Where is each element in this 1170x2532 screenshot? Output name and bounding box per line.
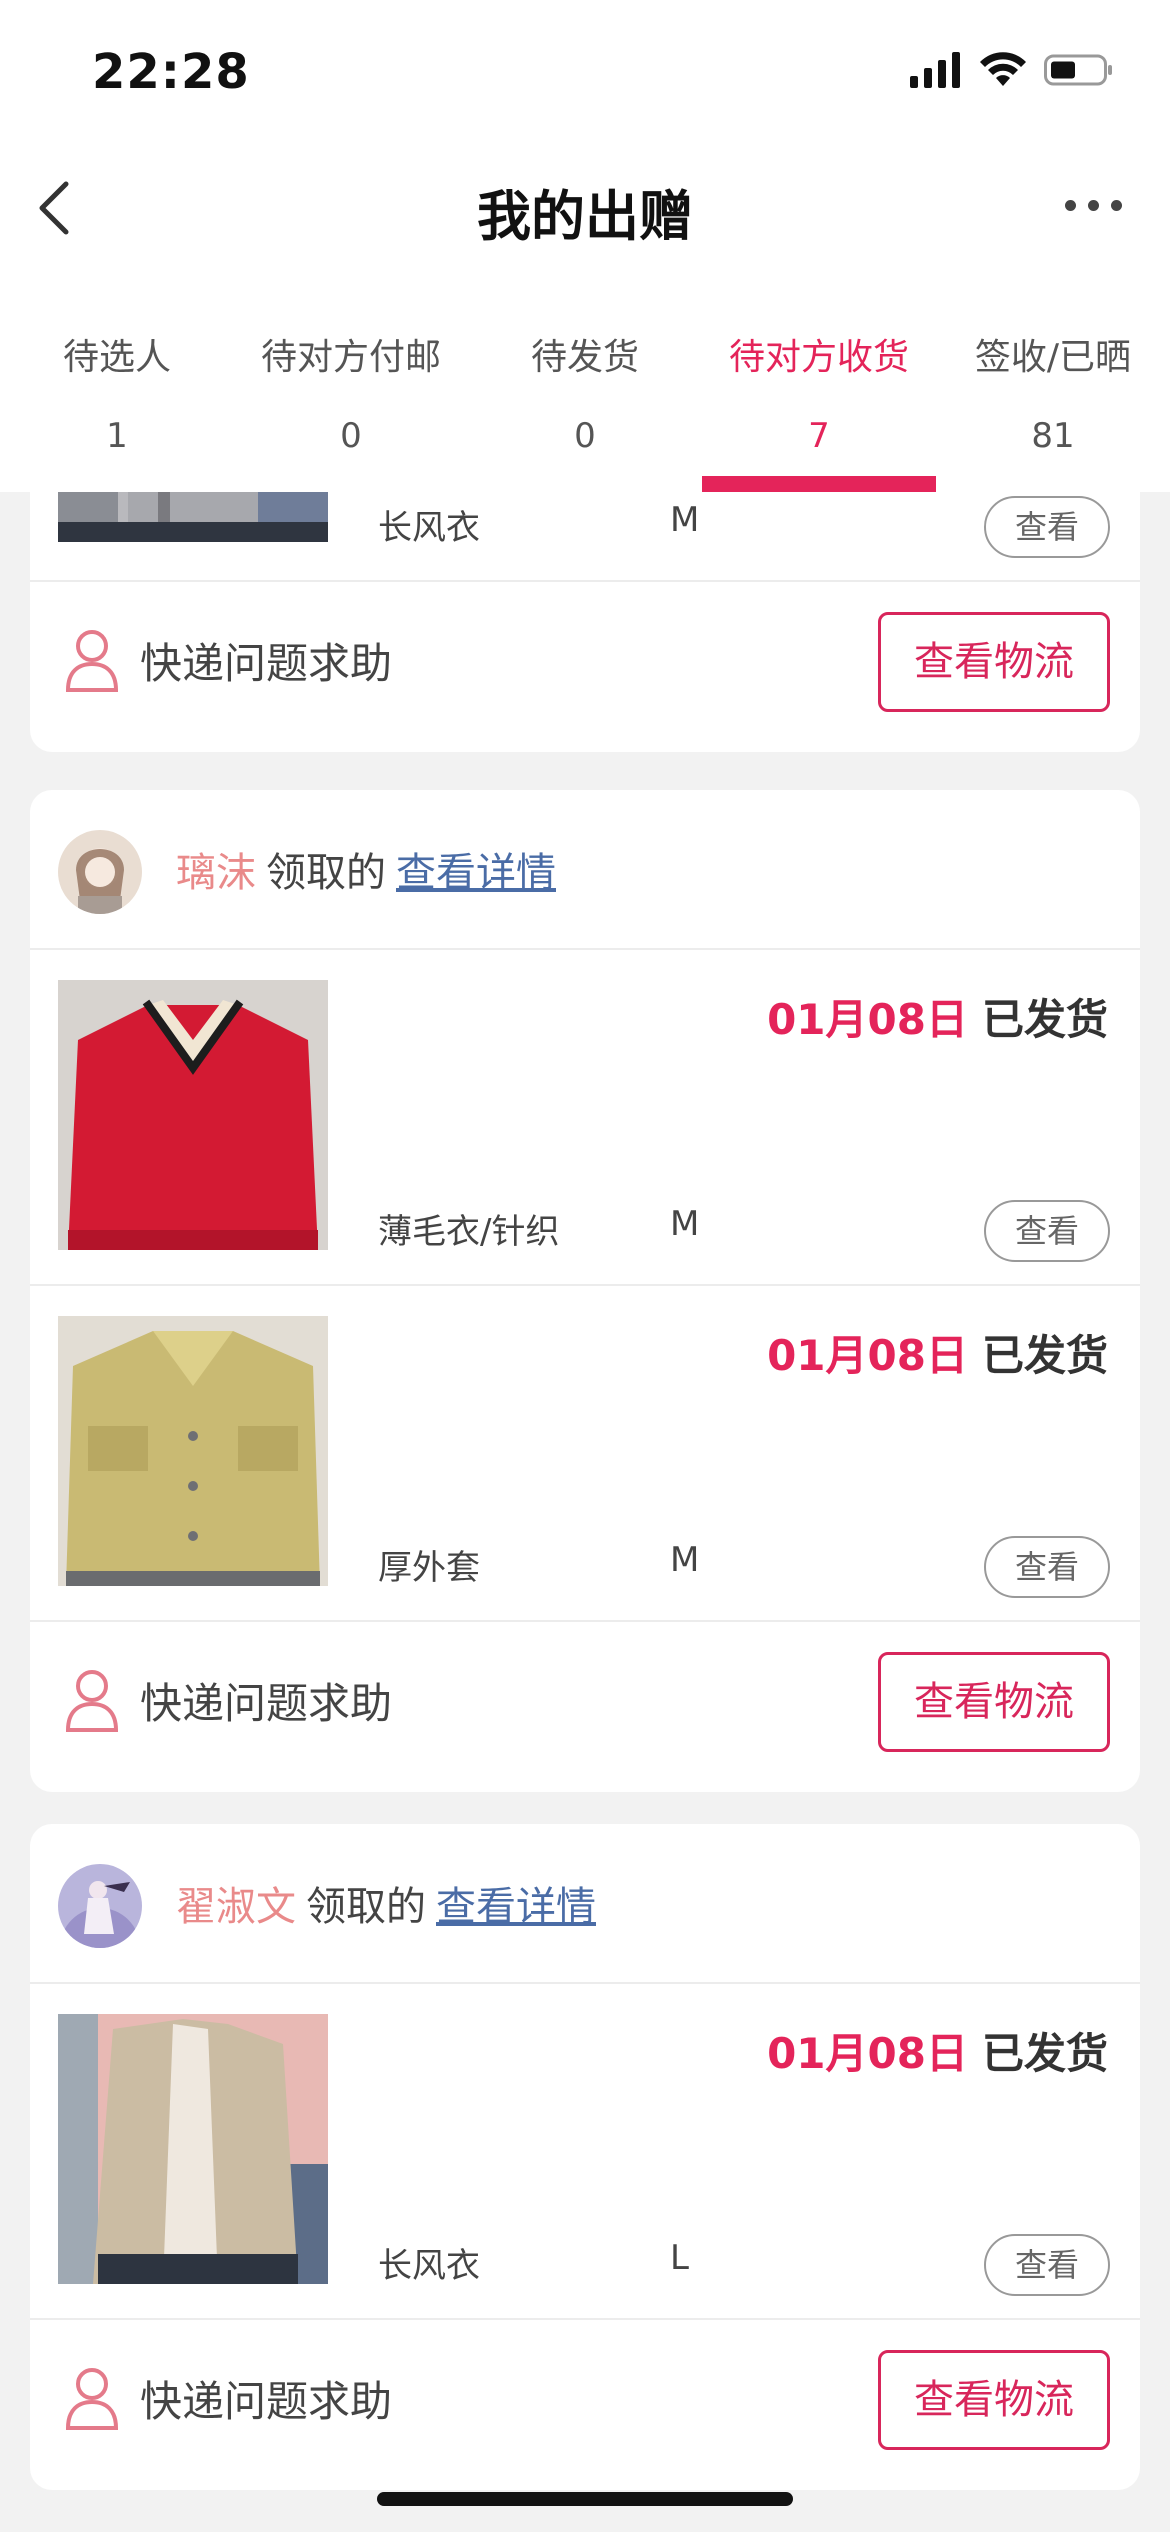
tab-label: 待对方付邮 (260, 337, 441, 378)
gift-list[interactable]: 长风衣 M 查看 快递问题求助 查看物流 璃沫 领取的 查看详情 01月08日 … (0, 492, 1170, 2532)
item-category: 厚外套 (378, 1548, 480, 1588)
gift-item: 01月08日 已发货 厚外套 M 查看 (30, 1286, 1140, 1622)
claimant-name[interactable]: 璃沫 (176, 850, 256, 896)
tab-count: 7 (808, 416, 830, 456)
card-header: 璃沫 领取的 查看详情 (30, 790, 1140, 950)
card-header: 翟淑文 领取的 查看详情 (30, 1824, 1140, 1984)
avatar[interactable] (58, 1864, 142, 1948)
claimed-text: 领取的 (266, 850, 386, 896)
person-icon (65, 2368, 119, 2430)
view-item-button[interactable]: 查看 (984, 1200, 1110, 1262)
more-options-icon[interactable] (1065, 200, 1122, 211)
navigation-bar: 我的出赠 (0, 150, 1170, 260)
tab-label: 待对方收货 (728, 337, 909, 378)
status-icons (910, 52, 1114, 88)
item-category: 薄毛衣/针织 (378, 1212, 560, 1252)
delivery-help-link[interactable]: 快递问题求助 (140, 1670, 392, 1731)
claimed-text: 领取的 (306, 1884, 426, 1930)
claimant-line: 翟淑文 领取的 查看详情 (176, 1874, 596, 1932)
item-photo[interactable] (58, 492, 328, 542)
tab-received-shared[interactable]: 签收/已晒 81 (936, 260, 1170, 492)
tab-count: 0 (574, 416, 596, 456)
status-time: 22:28 (92, 44, 250, 100)
item-category: 长风衣 (378, 2246, 480, 2286)
cellular-signal-icon (910, 52, 960, 88)
view-item-button[interactable]: 查看 (984, 2234, 1110, 2296)
claimant-name[interactable]: 翟淑文 (176, 1884, 296, 1930)
item-category: 长风衣 (378, 508, 480, 548)
tab-label: 签收/已晒 (974, 337, 1132, 378)
view-logistics-button[interactable]: 查看物流 (878, 1652, 1110, 1752)
view-details-link[interactable]: 查看详情 (396, 850, 556, 896)
shipping-status: 01月08日 已发货 (767, 1322, 1108, 1383)
shipping-status: 01月08日 已发货 (767, 2020, 1108, 2081)
gift-item: 01月08日 已发货 长风衣 L 查看 (30, 1984, 1140, 2320)
tab-count: 0 (340, 416, 362, 456)
item-size: L (670, 2238, 689, 2278)
gift-card: 翟淑文 领取的 查看详情 01月08日 已发货 长风衣 L 查看 快递问题求助 … (30, 1824, 1140, 2490)
tab-pending-postage[interactable]: 待对方付邮 0 (234, 260, 468, 492)
person-icon (65, 1670, 119, 1732)
home-indicator[interactable] (377, 2492, 793, 2506)
ship-date: 01月08日 (767, 995, 968, 1044)
tab-pending-selection[interactable]: 待选人 1 (0, 260, 234, 492)
view-logistics-button[interactable]: 查看物流 (878, 2350, 1110, 2450)
person-icon (65, 630, 119, 692)
view-details-link[interactable]: 查看详情 (436, 1884, 596, 1930)
wifi-icon (980, 52, 1026, 86)
ship-status-text: 已发货 (981, 2029, 1108, 2078)
tab-underline (702, 476, 936, 492)
battery-icon (1044, 54, 1112, 86)
ship-status-text: 已发货 (981, 995, 1108, 1044)
ship-date: 01月08日 (767, 2029, 968, 2078)
delivery-help-link[interactable]: 快递问题求助 (140, 2368, 392, 2429)
avatar[interactable] (58, 830, 142, 914)
item-photo[interactable] (58, 980, 328, 1250)
status-tabs: 待选人 1 待对方付邮 0 待发货 0 待对方收货 7 签收/已晒 81 (0, 260, 1170, 492)
tab-count: 81 (1031, 416, 1075, 456)
delivery-help-link[interactable]: 快递问题求助 (140, 630, 392, 691)
tab-pending-shipment[interactable]: 待发货 0 (468, 260, 702, 492)
shipping-status: 01月08日 已发货 (767, 986, 1108, 1047)
tab-label: 待选人 (62, 337, 171, 378)
tab-pending-receipt[interactable]: 待对方收货 7 (702, 260, 936, 492)
item-size: M (670, 1540, 700, 1580)
card-footer: 快递问题求助 查看物流 (30, 2320, 1140, 2490)
claimant-line: 璃沫 领取的 查看详情 (176, 840, 556, 898)
card-footer: 快递问题求助 查看物流 (30, 582, 1140, 752)
ship-status-text: 已发货 (981, 1331, 1108, 1380)
ship-date: 01月08日 (767, 1331, 968, 1380)
gift-card: 长风衣 M 查看 快递问题求助 查看物流 (30, 492, 1140, 752)
tab-count: 1 (106, 416, 128, 456)
item-size: M (670, 1204, 700, 1244)
tab-label: 待发货 (530, 337, 639, 378)
item-photo[interactable] (58, 1316, 328, 1586)
status-bar: 22:28 (0, 0, 1170, 150)
view-item-button[interactable]: 查看 (984, 496, 1110, 558)
item-photo[interactable] (58, 2014, 328, 2284)
gift-item: 长风衣 M 查看 (30, 492, 1140, 582)
gift-item: 01月08日 已发货 薄毛衣/针织 M 查看 (30, 950, 1140, 1286)
item-size: M (670, 500, 700, 540)
gift-card: 璃沫 领取的 查看详情 01月08日 已发货 薄毛衣/针织 M 查看 01月08… (30, 790, 1140, 1792)
card-footer: 快递问题求助 查看物流 (30, 1622, 1140, 1792)
page-title: 我的出赠 (477, 185, 693, 248)
view-item-button[interactable]: 查看 (984, 1536, 1110, 1598)
view-logistics-button[interactable]: 查看物流 (878, 612, 1110, 712)
